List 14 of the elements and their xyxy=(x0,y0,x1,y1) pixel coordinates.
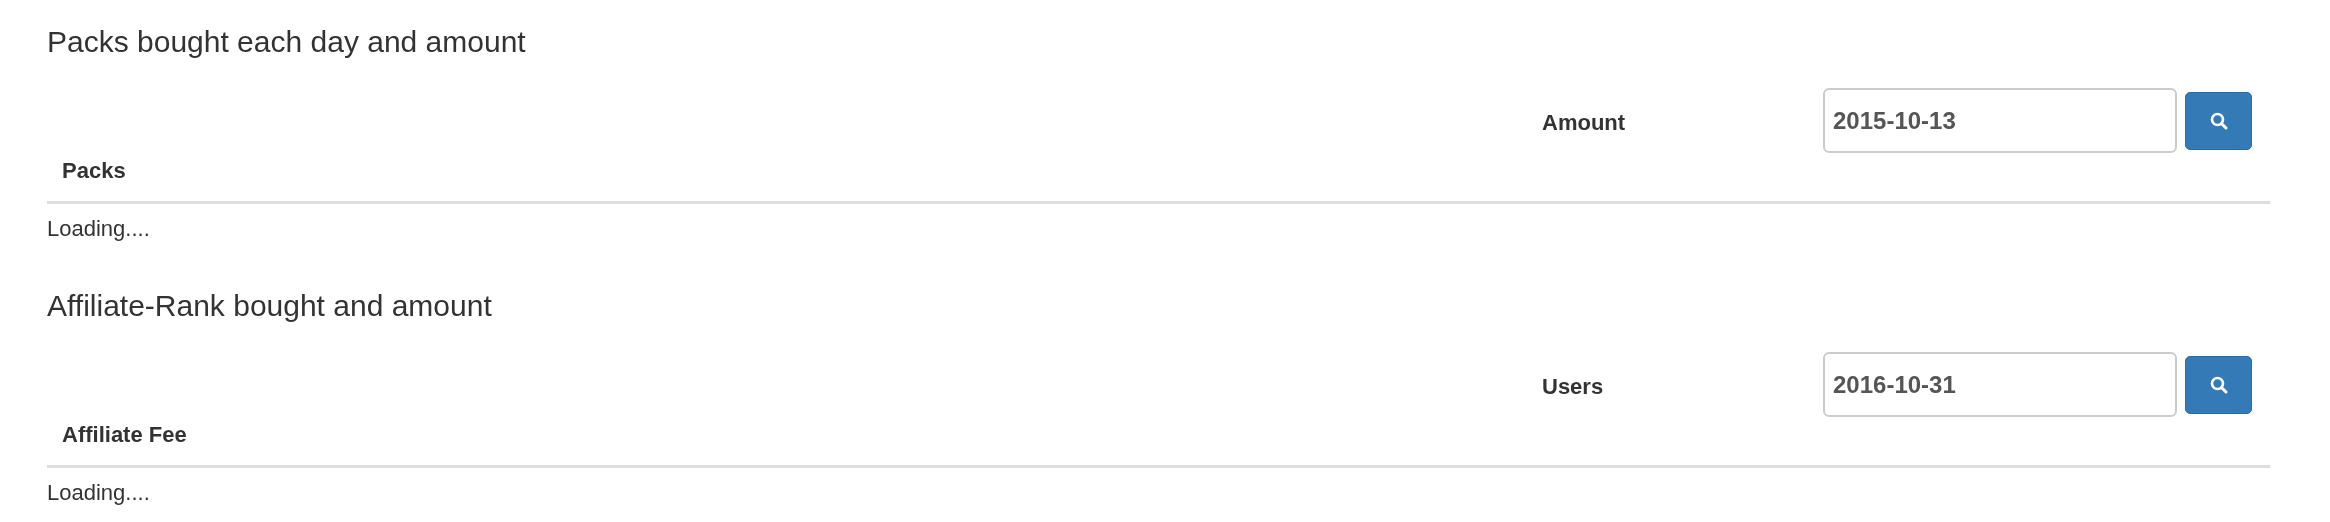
search-icon xyxy=(2208,111,2229,131)
search-button[interactable] xyxy=(2185,92,2252,150)
date-field[interactable]: 2016-10-31 xyxy=(1823,352,2177,417)
section-title: Affiliate-Rank bought and amount xyxy=(47,288,492,324)
loading-text: Loading.... xyxy=(47,479,150,507)
column-header: Amount xyxy=(1542,110,1626,135)
date-field[interactable]: 2015-10-13 xyxy=(1823,88,2177,153)
search-icon xyxy=(2208,375,2229,395)
search-button[interactable] xyxy=(2185,356,2252,414)
column-header: Users xyxy=(1542,374,1604,399)
column-header: Packs xyxy=(62,157,126,185)
loading-text: Loading.... xyxy=(47,215,150,243)
section-title: Packs bought each day and amount xyxy=(47,24,526,60)
column-header: Affiliate Fee xyxy=(62,421,187,449)
